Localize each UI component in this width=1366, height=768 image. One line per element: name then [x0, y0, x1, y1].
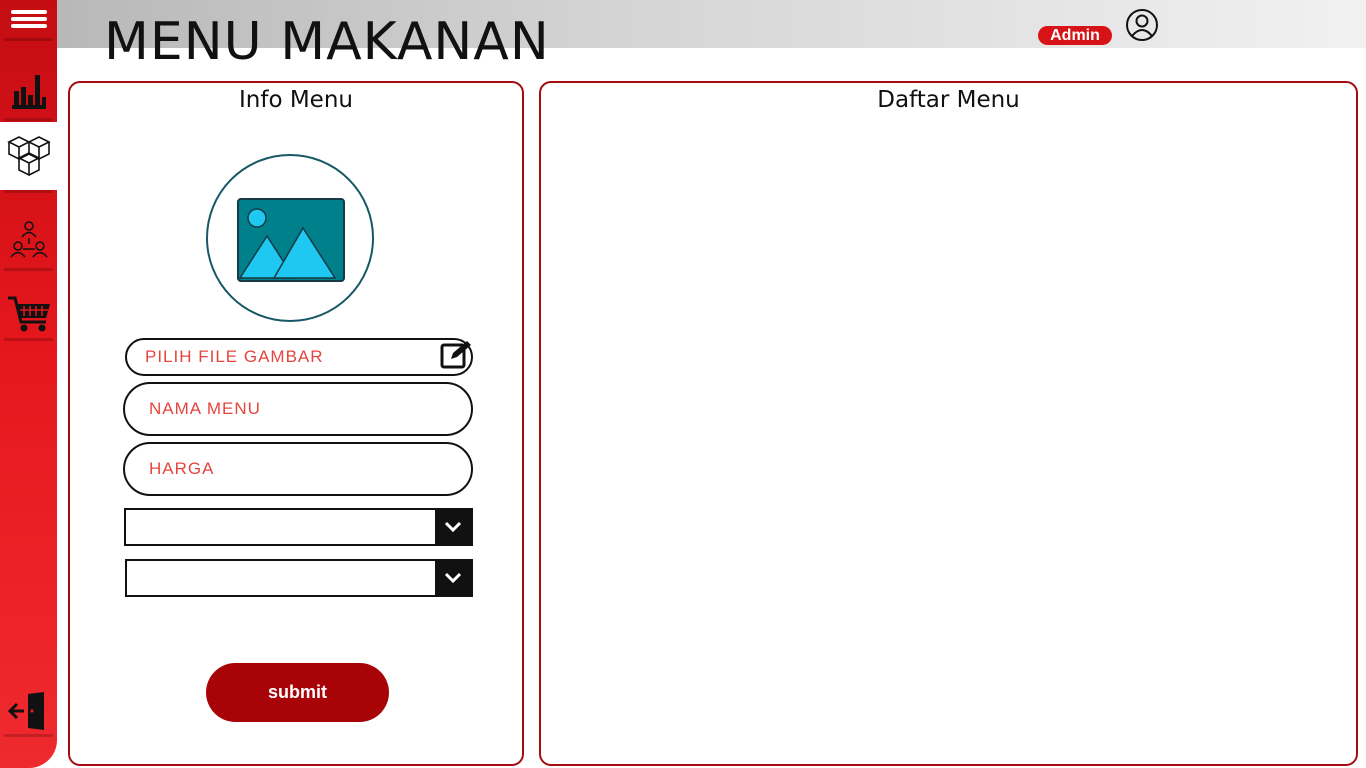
sidebar-item-menu[interactable] — [0, 122, 57, 193]
sidebar-item-users[interactable] — [0, 212, 57, 271]
chevron-down-icon — [444, 521, 462, 533]
user-circle-icon[interactable] — [1125, 8, 1159, 42]
page-title: MENU MAKANAN — [104, 12, 550, 72]
shopping-cart-icon — [7, 296, 50, 332]
bar-chart-icon — [11, 75, 46, 109]
sidebar-item-dashboard[interactable] — [0, 60, 57, 121]
menu-name-input[interactable]: NAMA MENU — [123, 382, 473, 436]
sidebar-item-orders[interactable] — [0, 288, 57, 341]
file-picker-button[interactable]: PILIH FILE GAMBAR — [125, 338, 473, 376]
sidebar — [0, 0, 57, 768]
image-preview — [206, 154, 374, 322]
file-picker-label: PILIH FILE GAMBAR — [145, 347, 324, 366]
user-network-icon — [9, 221, 48, 258]
hamburger-menu-button[interactable] — [0, 0, 57, 41]
image-icon — [237, 198, 345, 282]
daftar-menu-panel: Daftar Menu — [539, 81, 1358, 766]
daftar-menu-title: Daftar Menu — [877, 87, 1020, 113]
price-input[interactable]: HARGA — [123, 442, 473, 496]
submit-button[interactable]: submit — [206, 663, 389, 722]
logout-button[interactable] — [0, 688, 57, 737]
price-placeholder: HARGA — [149, 459, 215, 478]
logout-door-icon — [7, 692, 44, 730]
hamburger-menu-icon — [10, 10, 47, 28]
info-menu-title: Info Menu — [239, 87, 353, 113]
boxes-icon — [6, 136, 51, 177]
menu-name-placeholder: NAMA MENU — [149, 399, 261, 418]
status-select-toggle[interactable] — [435, 561, 471, 595]
status-select[interactable] — [125, 559, 473, 597]
category-select[interactable] — [124, 508, 473, 546]
edit-icon[interactable] — [439, 339, 473, 371]
user-role-badge: Admin — [1038, 26, 1112, 45]
chevron-down-icon — [444, 572, 462, 584]
category-select-toggle[interactable] — [435, 510, 471, 544]
